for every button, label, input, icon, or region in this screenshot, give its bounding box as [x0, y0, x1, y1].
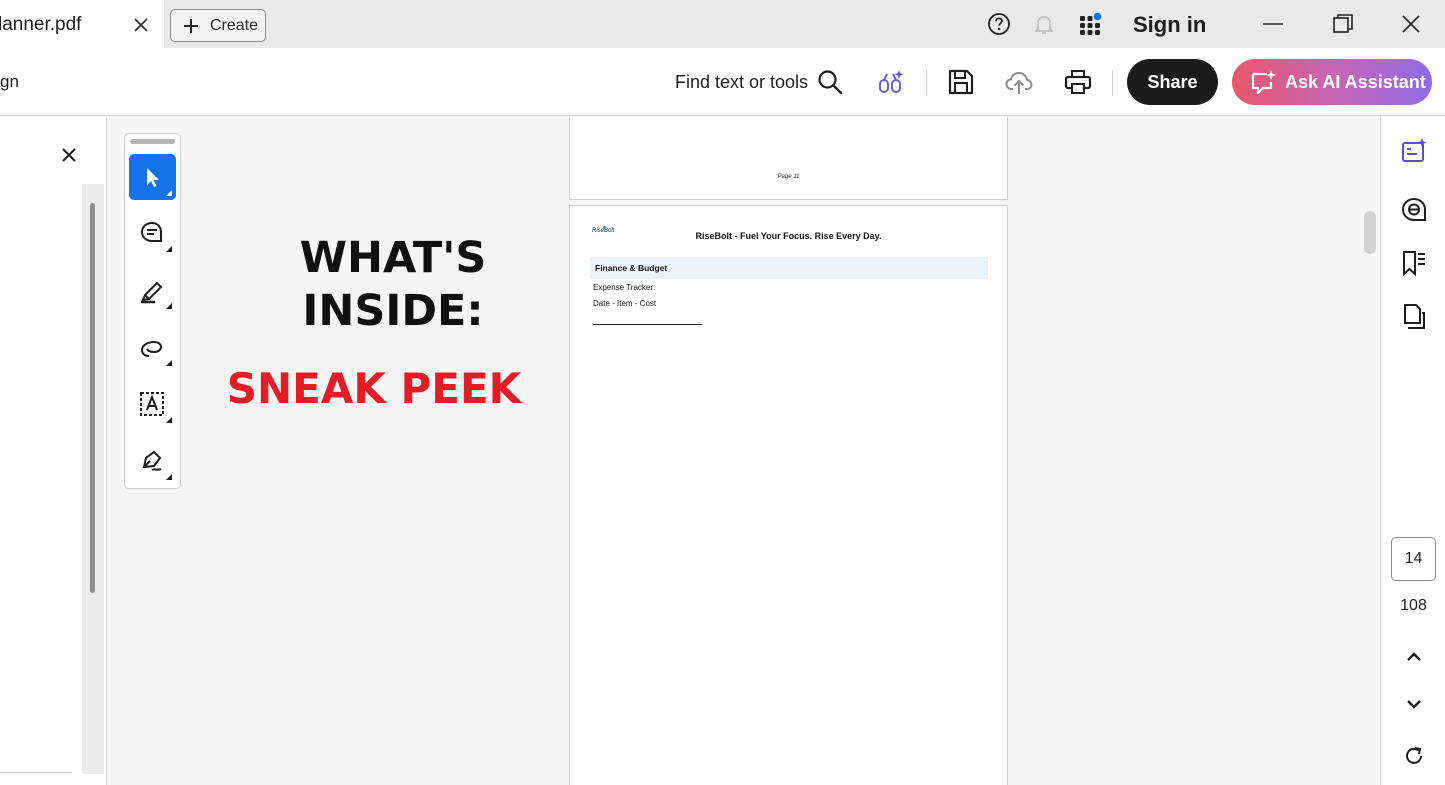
left-panel-scroll-thumb[interactable]: [90, 203, 95, 593]
select-tool-button[interactable]: [129, 154, 176, 200]
toolbar-divider: [926, 70, 927, 96]
sign-in-link[interactable]: Sign in: [1133, 12, 1206, 38]
tab-title: lanner.pdf: [0, 14, 82, 35]
highlight-tool-button[interactable]: [129, 267, 176, 313]
pdf-page-previous: Page 11: [569, 117, 1008, 200]
quick-tools-bar: [124, 133, 181, 489]
save-icon[interactable]: [947, 68, 975, 96]
toolbar-divider: [1112, 70, 1113, 96]
promo-title: WHAT'S INSIDE:: [238, 232, 548, 338]
plus-icon: [184, 18, 198, 33]
section-heading-band: Finance & Budget: [590, 257, 988, 279]
comment-icon: [140, 221, 162, 242]
restore-icon[interactable]: [1331, 12, 1355, 36]
ai-summary-icon[interactable]: [1400, 137, 1428, 165]
expand-indicator: [166, 474, 172, 480]
ask-ai-assistant-label: Ask AI Assistant: [1285, 71, 1426, 92]
expand-indicator: [166, 417, 172, 423]
divider: [0, 772, 72, 773]
highlighter-icon: [141, 281, 163, 304]
document-text: Date - Item - Cost: [593, 299, 657, 308]
main-toolbar: gn Find text or tools Share Ask AI Assis…: [0, 48, 1445, 116]
promo-title-line2: INSIDE:: [302, 286, 484, 336]
help-icon[interactable]: [987, 12, 1011, 36]
tab-bar: lanner.pdf Create Sign in: [0, 0, 1445, 48]
freehand-draw-icon: [140, 340, 163, 357]
chevron-down-icon[interactable]: [1403, 693, 1425, 715]
minimize-icon[interactable]: [1261, 12, 1285, 36]
document-tab[interactable]: lanner.pdf: [0, 0, 164, 48]
cloud-upload-icon[interactable]: [1005, 68, 1033, 96]
expand-indicator: [166, 360, 172, 366]
draw-tool-button[interactable]: [129, 324, 176, 370]
close-icon[interactable]: [1399, 12, 1423, 36]
close-icon[interactable]: [60, 146, 78, 164]
find-text-or-tools[interactable]: Find text or tools: [675, 72, 808, 93]
promo-title-line1: WHAT'S: [299, 233, 487, 283]
drag-handle[interactable]: [130, 139, 175, 144]
sign-pen-icon: [142, 450, 162, 471]
document-scroll-thumb[interactable]: [1364, 211, 1376, 254]
create-button[interactable]: Create: [170, 9, 266, 42]
share-button[interactable]: Share: [1127, 59, 1218, 105]
pdf-page-current: RiseBolt RiseBolt - Fuel Your Focus. Ris…: [569, 205, 1008, 785]
sign-tool-button[interactable]: [129, 438, 176, 484]
bell-icon[interactable]: [1032, 12, 1056, 36]
document-canvas[interactable]: WHAT'S INSIDE: SNEAK PEEK Page 11 RiseBo…: [108, 117, 1380, 785]
chevron-up-icon[interactable]: [1403, 646, 1425, 668]
ask-ai-assistant-button[interactable]: Ask AI Assistant: [1232, 59, 1432, 105]
fill-in-line: [593, 324, 702, 325]
current-page-input[interactable]: 14: [1391, 537, 1436, 581]
expand-indicator: [166, 190, 172, 196]
cursor-icon: [147, 168, 159, 187]
apps-grid-icon[interactable]: [1078, 12, 1102, 36]
logo-mark-icon: [603, 226, 606, 229]
document-header: RiseBolt - Fuel Your Focus. Rise Every D…: [695, 231, 882, 241]
comments-icon[interactable]: [1400, 196, 1428, 224]
page-number-label: Page 11: [777, 174, 800, 180]
page-thumbnails-icon[interactable]: [1400, 303, 1428, 331]
promo-subtitle: SNEAK PEEK: [226, 364, 522, 413]
close-icon[interactable]: [132, 16, 150, 34]
left-panel: [0, 117, 107, 785]
right-rail: 14 108: [1380, 117, 1445, 785]
bookmarks-icon[interactable]: [1400, 249, 1428, 277]
search-icon[interactable]: [816, 68, 844, 96]
ai-tools-icon[interactable]: [877, 68, 905, 96]
print-icon[interactable]: [1064, 68, 1092, 96]
total-pages: 108: [1400, 597, 1427, 614]
document-text: Expense Tracker:: [593, 283, 656, 292]
comment-tool-button[interactable]: [129, 210, 176, 256]
refresh-icon[interactable]: [1403, 745, 1425, 767]
menu-item-sign[interactable]: gn: [0, 72, 19, 92]
text-box-icon: [140, 392, 164, 416]
text-box-tool-button[interactable]: [129, 381, 176, 427]
expand-indicator: [166, 303, 172, 309]
expand-indicator: [166, 246, 172, 252]
section-title: Finance & Budget: [595, 263, 668, 273]
ai-chat-icon: [1251, 70, 1276, 95]
create-label: Create: [210, 16, 259, 34]
